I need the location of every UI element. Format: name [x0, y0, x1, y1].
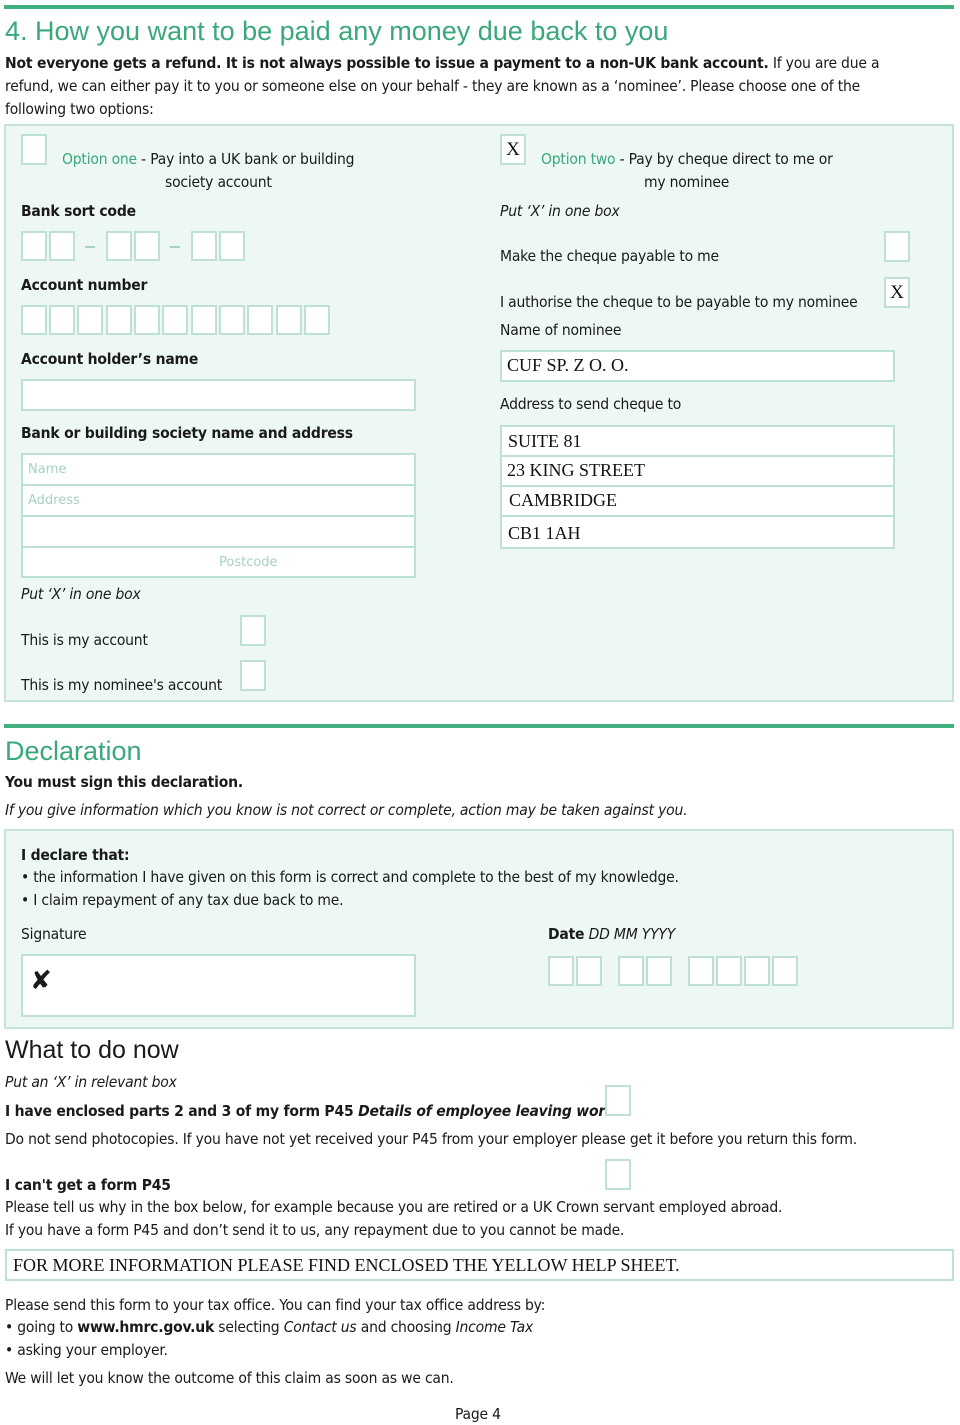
hmrc-link[interactable]: www.hmrc.gov.uk [77, 1318, 214, 1336]
account-holder-input[interactable] [21, 379, 416, 411]
payable-to-nominee-checkbox[interactable]: X [884, 277, 910, 308]
account-number-digit[interactable] [49, 305, 75, 335]
send-form-text: Please send this form to your tax office… [5, 1296, 546, 1314]
date-year-digit[interactable] [688, 956, 714, 986]
no-photocopies-text: Do not send photocopies. If you have not… [5, 1130, 858, 1148]
nominee-account-label: This is my nominee's account [21, 676, 223, 694]
cheque-address-postcode[interactable]: CB1 1AH [500, 515, 895, 549]
signature-box[interactable]: ✘ [21, 954, 416, 1017]
reason-input[interactable]: FOR MORE INFORMATION PLEASE FIND ENCLOSE… [5, 1249, 954, 1281]
tax-office-bullet: • going to www.hmrc.gov.uk selecting Con… [5, 1318, 534, 1336]
account-number-digit[interactable] [191, 305, 217, 335]
declare-heading: I declare that: [21, 846, 130, 864]
account-number-digit[interactable] [77, 305, 103, 335]
account-number-digit[interactable] [247, 305, 273, 335]
bank-name-address-label: Bank or building society name and addres… [21, 424, 353, 442]
sort-code-digit[interactable] [219, 231, 245, 261]
cant-get-p45-label: I can't get a form P45 [5, 1176, 171, 1194]
sort-code-digit[interactable] [21, 231, 47, 261]
cheque-address-line-3[interactable]: CAMBRIDGE [500, 485, 895, 517]
intro-line-1: Not everyone gets a refund. It is not al… [5, 54, 880, 72]
sort-code-digit[interactable] [191, 231, 217, 261]
sort-code-digit[interactable] [49, 231, 75, 261]
intro-line-3: following two options: [5, 100, 154, 118]
account-number-digit[interactable] [21, 305, 47, 335]
declaration-warning: If you give information which you know i… [5, 801, 688, 819]
account-number-digit[interactable] [106, 305, 132, 335]
date-month-digit[interactable] [618, 956, 644, 986]
declaration-bullet: • the information I have given on this f… [21, 868, 679, 886]
p45-enclosed-label: I have enclosed parts 2 and 3 of my form… [5, 1102, 615, 1120]
p45-enclosed-checkbox[interactable] [605, 1085, 631, 1116]
date-day-digit[interactable] [548, 956, 574, 986]
account-number-digit[interactable] [134, 305, 160, 335]
account-holder-label: Account holder’s name [21, 350, 199, 368]
signature-label: Signature [21, 925, 87, 943]
option-one-title: Option one - Pay into a UK bank or build… [62, 150, 355, 168]
nominee-account-checkbox[interactable] [240, 660, 266, 691]
tax-office-bullet: • asking your employer. [5, 1341, 168, 1359]
section-title: 4. How you want to be paid any money due… [5, 16, 669, 46]
nominee-name-input[interactable]: CUF SP. Z O. O. [500, 350, 895, 382]
option-one-put-x: Put ‘X’ in one box [21, 585, 141, 603]
bank-name-input[interactable]: Name [21, 453, 416, 486]
date-day-digit[interactable] [576, 956, 602, 986]
signature-x-icon: ✘ [30, 966, 52, 996]
must-sign-text: You must sign this declaration. [5, 773, 243, 791]
option-one-desc-2: society account [165, 173, 272, 191]
payable-to-me-checkbox[interactable] [884, 231, 910, 262]
intro-line-2: refund, we can either pay it to you or s… [5, 77, 861, 95]
account-number-digit[interactable] [162, 305, 188, 335]
sort-code-digit[interactable] [134, 231, 160, 261]
bank-address-line-1[interactable]: Address [21, 484, 416, 517]
tell-us-why-text: Please tell us why in the box below, for… [5, 1198, 783, 1216]
option-two-title: Option two - Pay by cheque direct to me … [541, 150, 833, 168]
page-number: Page 4 [455, 1405, 501, 1423]
account-number-digit[interactable] [219, 305, 245, 335]
account-number-label: Account number [21, 276, 148, 294]
option-two-desc-2: my nominee [644, 173, 730, 191]
outcome-text: We will let you know the outcome of this… [5, 1369, 454, 1387]
sort-code-label: Bank sort code [21, 202, 136, 220]
cheque-address-line-1[interactable]: SUITE 81 [500, 425, 895, 457]
bank-postcode-input[interactable]: Postcode [21, 546, 416, 578]
payable-to-nominee-label: I authorise the cheque to be payable to … [500, 293, 858, 311]
p45-warning-text: If you have a form P45 and don’t send it… [5, 1221, 625, 1239]
payable-to-me-label: Make the cheque payable to me [500, 247, 719, 265]
option-one-checkbox[interactable] [21, 134, 47, 165]
date-year-digit[interactable] [716, 956, 742, 986]
dash-separator [170, 246, 180, 248]
date-year-digit[interactable] [744, 956, 770, 986]
date-label-row: Date DD MM YYYY [548, 925, 676, 943]
option-two-checkbox[interactable]: X [500, 134, 526, 165]
declaration-title: Declaration [5, 736, 142, 766]
section-divider [4, 724, 954, 728]
cheque-address-label: Address to send cheque to [500, 395, 682, 413]
section-divider [4, 5, 954, 9]
what-next-title: What to do now [5, 1036, 179, 1064]
date-year-digit[interactable] [772, 956, 798, 986]
date-month-digit[interactable] [646, 956, 672, 986]
account-number-digit[interactable] [304, 305, 330, 335]
account-number-digit[interactable] [276, 305, 302, 335]
payment-options-panel [4, 124, 954, 702]
nominee-name-label: Name of nominee [500, 321, 622, 339]
declaration-bullet: • I claim repayment of any tax due back … [21, 891, 344, 909]
option-two-put-x: Put ‘X’ in one box [500, 202, 620, 220]
sort-code-digit[interactable] [106, 231, 132, 261]
my-account-label: This is my account [21, 631, 148, 649]
my-account-checkbox[interactable] [240, 615, 266, 646]
cant-get-p45-checkbox[interactable] [605, 1159, 631, 1190]
bank-address-line-2[interactable] [21, 515, 416, 548]
cheque-address-line-2[interactable]: 23 KING STREET [500, 455, 895, 487]
what-next-put-x: Put an ‘X’ in relevant box [5, 1073, 177, 1091]
dash-separator [85, 246, 95, 248]
intro-bold: Not everyone gets a refund. It is not al… [5, 54, 769, 72]
